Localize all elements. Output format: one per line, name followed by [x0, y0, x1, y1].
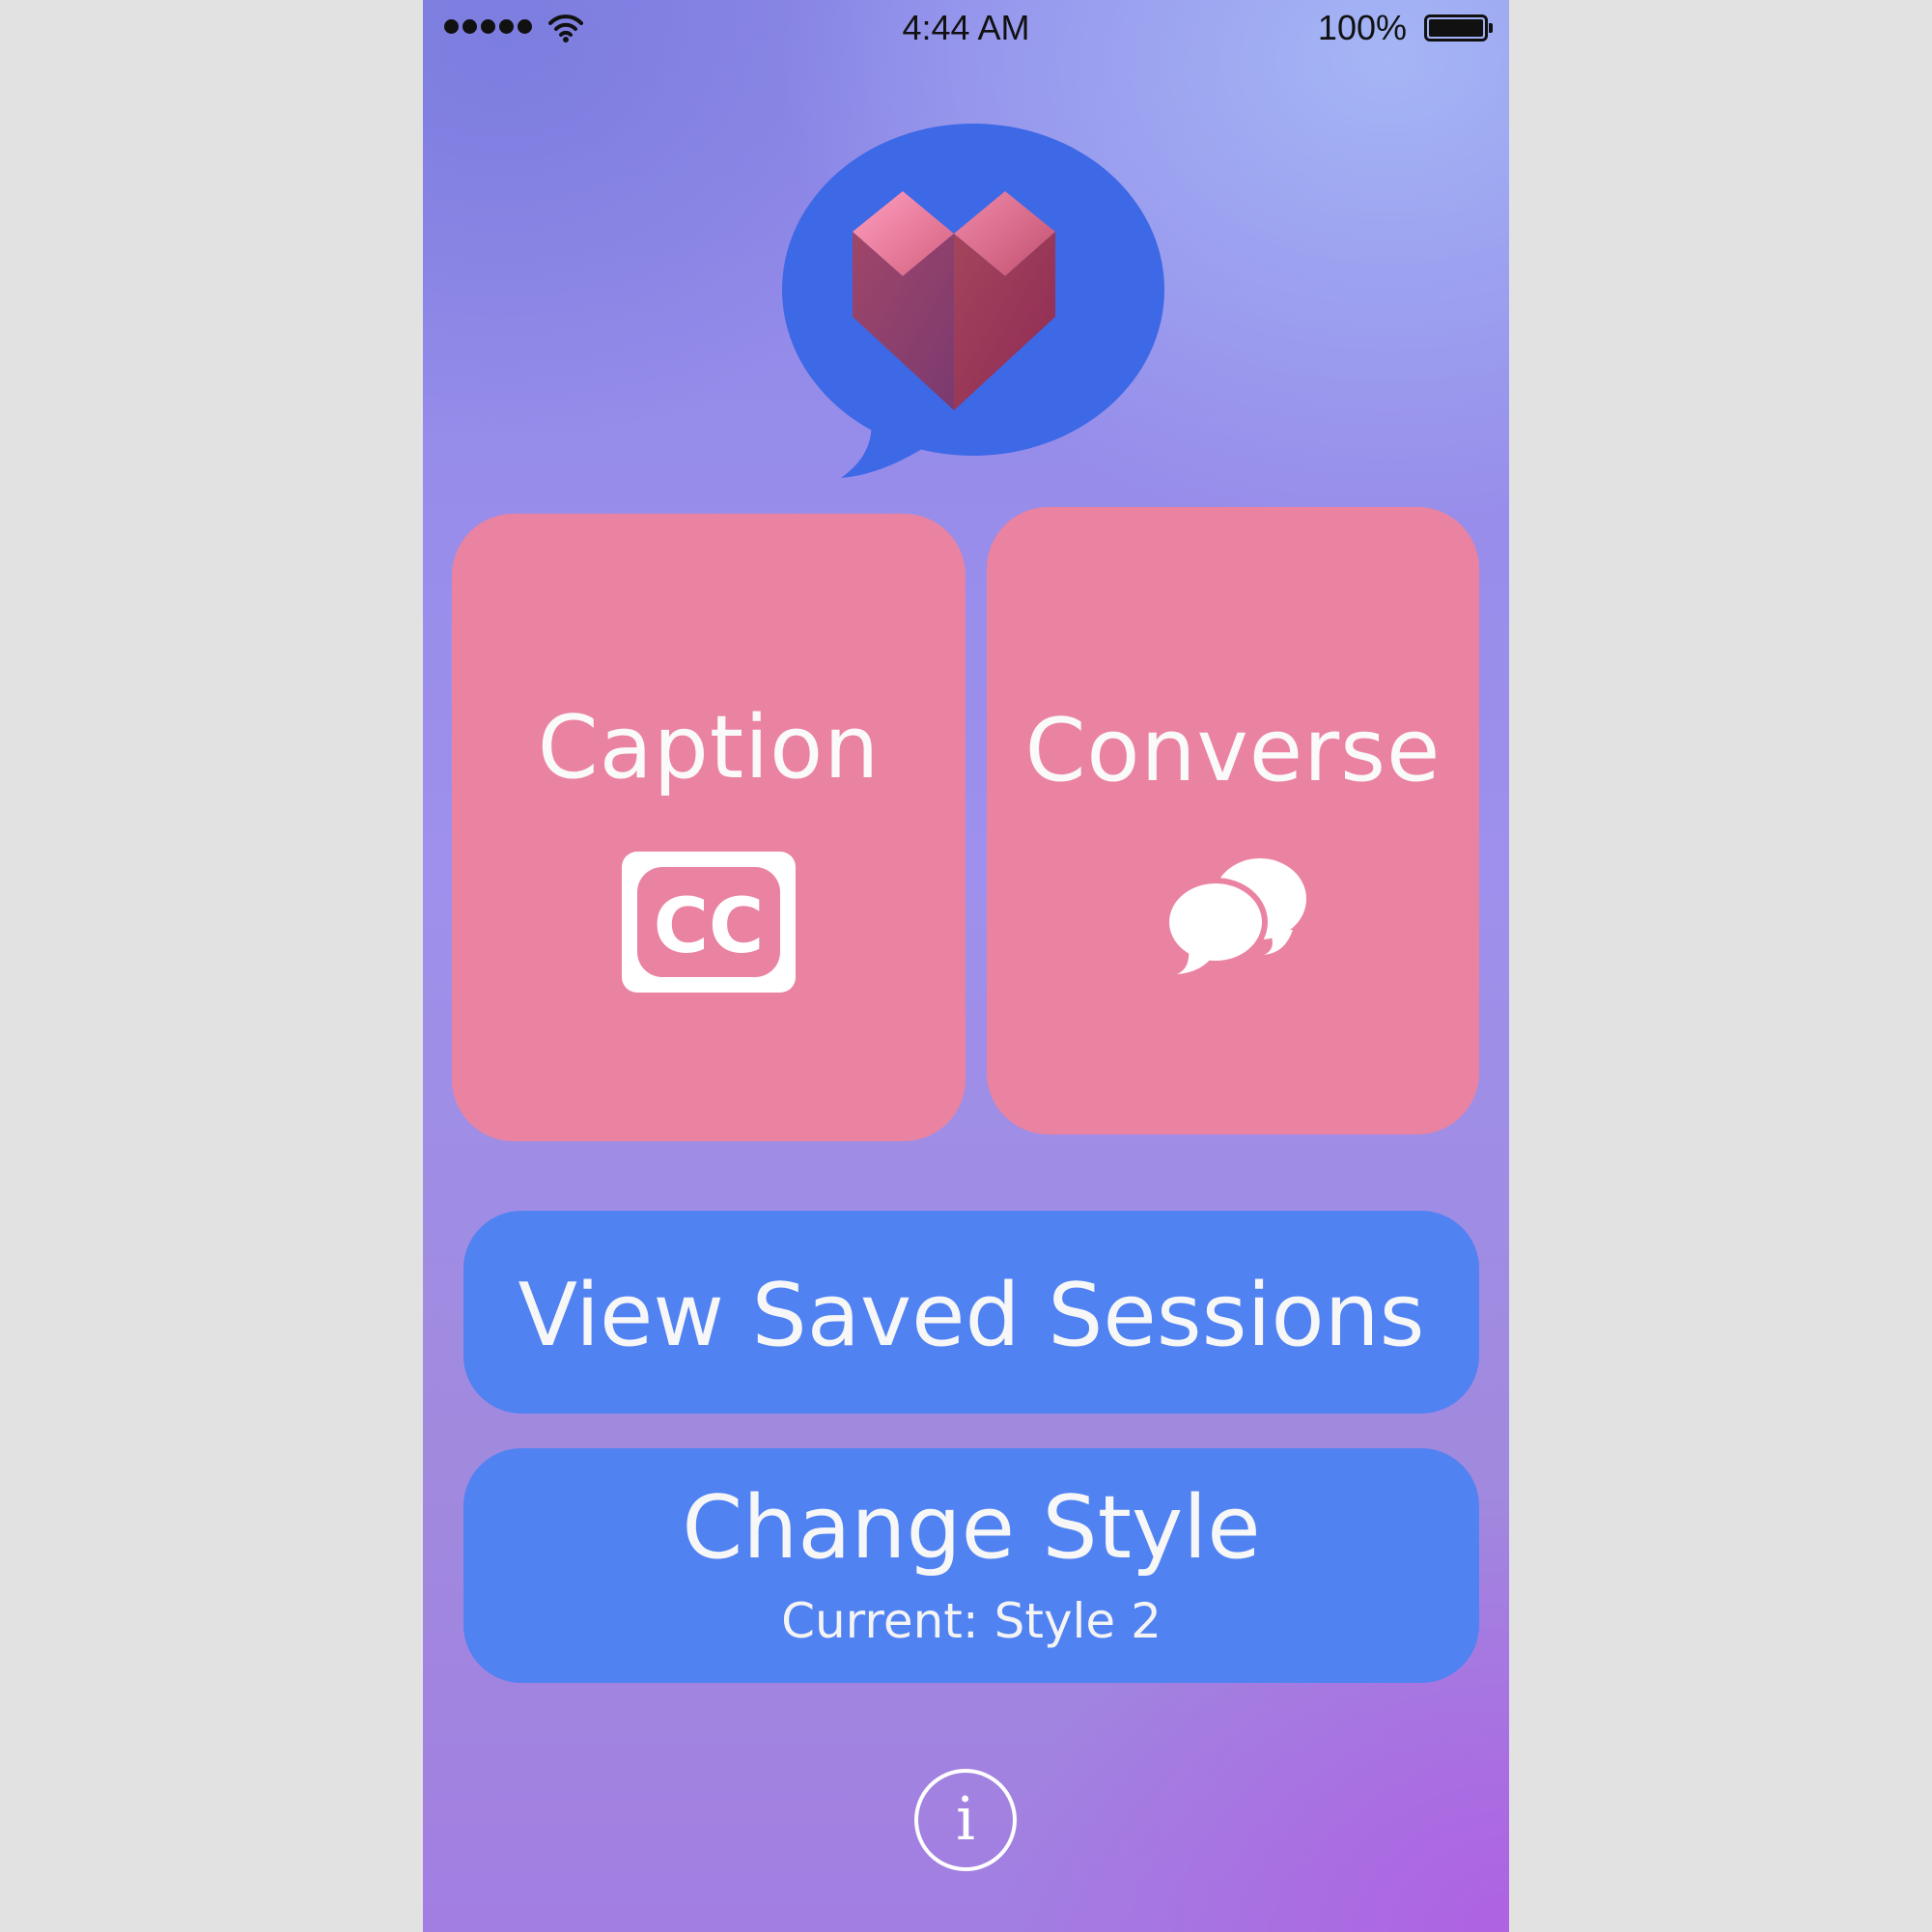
info-icon: i — [956, 1783, 975, 1854]
change-style-button[interactable]: Change Style Current: Style 2 — [463, 1448, 1479, 1683]
closed-caption-icon: CC — [622, 852, 796, 993]
heart-speech-bubble-icon — [782, 124, 1164, 478]
app-screen: 4:44 AM 100% Caption CC Converse View Sa… — [423, 0, 1509, 1932]
change-style-label: Change Style — [682, 1477, 1261, 1579]
current-style-label: Current: Style 2 — [781, 1593, 1162, 1649]
converse-label: Converse — [1024, 700, 1442, 801]
view-saved-sessions-button[interactable]: View Saved Sessions — [463, 1211, 1479, 1414]
status-bar: 4:44 AM 100% — [423, 0, 1509, 58]
chat-bubbles-icon — [1163, 858, 1306, 974]
battery-percent: 100% — [1317, 8, 1407, 47]
converse-button[interactable]: Converse — [987, 507, 1479, 1134]
svg-text:CC: CC — [654, 883, 765, 970]
caption-label: Caption — [537, 697, 881, 798]
info-button[interactable]: i — [914, 1769, 1017, 1871]
battery-icon — [1424, 14, 1493, 42]
caption-button[interactable]: Caption CC — [452, 514, 966, 1141]
view-saved-sessions-label: View Saved Sessions — [518, 1265, 1425, 1366]
